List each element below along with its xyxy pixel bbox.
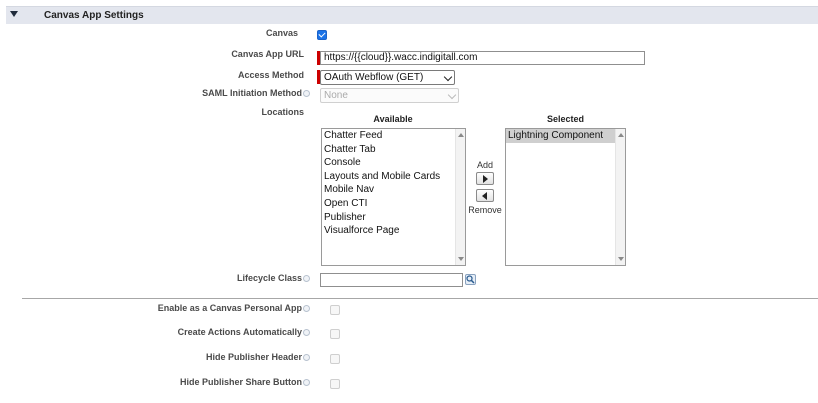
option-label: Create Actions Automatically — [178, 327, 310, 337]
list-item[interactable]: Publisher — [322, 211, 465, 225]
scroll-up-icon[interactable] — [618, 133, 624, 137]
info-icon[interactable] — [303, 90, 310, 98]
canvas-checkbox[interactable] — [317, 30, 327, 40]
collapse-triangle-icon[interactable] — [10, 11, 18, 17]
access-method-select[interactable]: OAuth Webflow (GET) — [320, 70, 455, 85]
option-checkbox[interactable] — [330, 329, 340, 339]
scrollbar[interactable] — [455, 129, 465, 265]
chevron-down-icon — [443, 72, 453, 82]
option-label-text: Create Actions Automatically — [177, 327, 302, 337]
saml-initiation-method-select: None — [320, 88, 459, 103]
available-title: Available — [373, 114, 413, 124]
saml-initiation-method-label-text: SAML Initiation Method — [202, 88, 302, 98]
info-icon[interactable] — [303, 329, 310, 337]
saml-initiation-method-value: None — [324, 90, 348, 101]
option-label-text: Enable as a Canvas Personal App — [157, 303, 302, 313]
info-icon[interactable] — [303, 379, 310, 387]
lifecycle-class-label-text: Lifecycle Class — [236, 273, 302, 283]
list-item[interactable]: Visualforce Page — [322, 224, 465, 238]
saml-initiation-method-label: SAML Initiation Method — [202, 88, 310, 98]
scroll-up-icon[interactable] — [458, 133, 464, 137]
canvas-app-url-input[interactable]: https://{{cloud}}.wacc.indigitall.com — [320, 51, 645, 65]
selected-listbox[interactable]: Lightning Component — [505, 128, 626, 266]
lifecycle-class-label: Lifecycle Class — [237, 273, 310, 283]
canvas-app-url-label: Canvas App URL — [231, 49, 304, 59]
option-checkbox[interactable] — [330, 379, 340, 389]
scrollbar[interactable] — [615, 129, 625, 265]
info-icon[interactable] — [303, 354, 310, 362]
list-item[interactable]: Lightning Component — [506, 129, 625, 143]
chevron-down-icon — [447, 90, 457, 100]
available-listbox[interactable]: Chatter Feed Chatter Tab Console Layouts an… — [321, 128, 466, 266]
option-label: Enable as a Canvas Personal App — [158, 303, 310, 313]
option-checkbox[interactable] — [330, 354, 340, 364]
divider — [22, 298, 818, 299]
info-icon[interactable] — [303, 275, 310, 283]
option-checkbox[interactable] — [330, 305, 340, 315]
remove-button[interactable] — [476, 189, 494, 202]
locations-label: Locations — [261, 107, 304, 117]
lookup-icon[interactable] — [465, 274, 476, 285]
scroll-down-icon[interactable] — [458, 257, 464, 261]
info-icon[interactable] — [303, 305, 310, 313]
list-item[interactable]: Chatter Tab — [322, 143, 465, 157]
list-item[interactable]: Mobile Nav — [322, 183, 465, 197]
canvas-label: Canvas — [265, 28, 298, 38]
section-title: Canvas App Settings — [44, 10, 144, 21]
access-method-label: Access Method — [237, 70, 304, 80]
scroll-down-icon[interactable] — [618, 257, 624, 261]
option-label: Hide Publisher Share Button — [180, 377, 310, 387]
option-label: Hide Publisher Header — [206, 352, 310, 362]
option-label-text: Hide Publisher Header — [205, 352, 302, 362]
add-button[interactable] — [476, 172, 494, 185]
lifecycle-class-input[interactable] — [320, 273, 463, 287]
list-item[interactable]: Open CTI — [322, 197, 465, 211]
list-item[interactable]: Layouts and Mobile Cards — [322, 170, 465, 184]
access-method-value: OAuth Webflow (GET) — [324, 72, 424, 83]
section-header: Canvas App Settings — [6, 6, 818, 24]
remove-label: Remove — [468, 205, 502, 215]
option-label-text: Hide Publisher Share Button — [179, 377, 302, 387]
list-item[interactable]: Chatter Feed — [322, 129, 465, 143]
selected-title: Selected — [546, 114, 585, 124]
list-item[interactable]: Console — [322, 156, 465, 170]
add-label: Add — [476, 160, 493, 170]
